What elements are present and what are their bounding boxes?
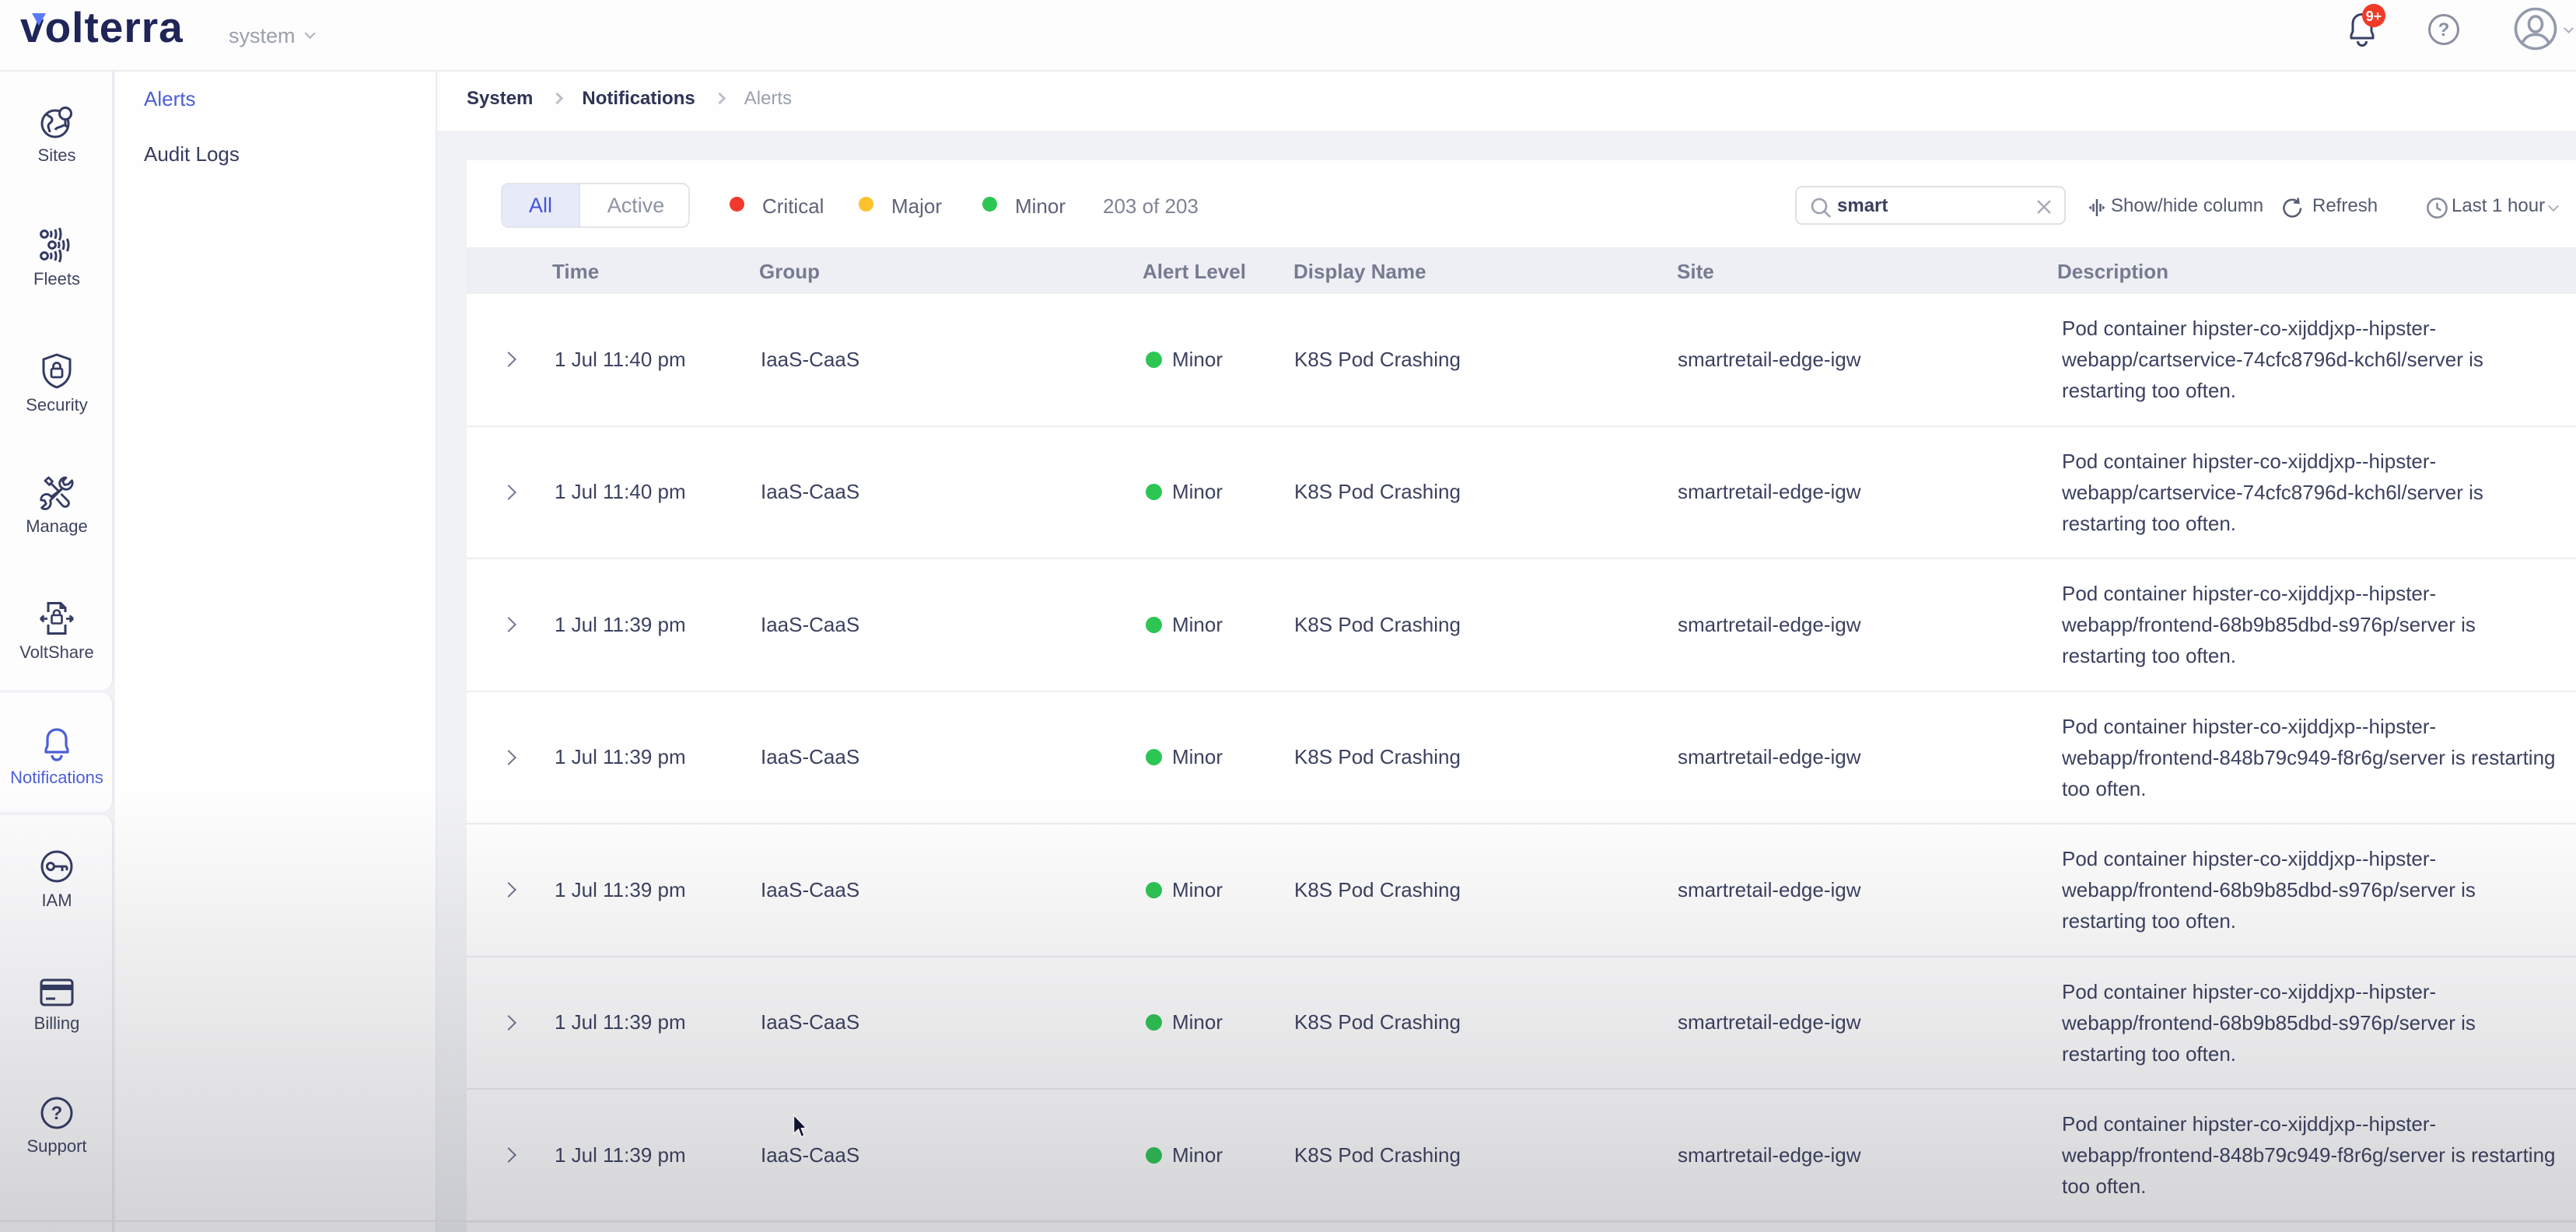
svg-text:?: ? <box>2438 19 2450 40</box>
svg-text:?: ? <box>51 1103 63 1124</box>
svg-text:9+: 9+ <box>2366 9 2382 24</box>
